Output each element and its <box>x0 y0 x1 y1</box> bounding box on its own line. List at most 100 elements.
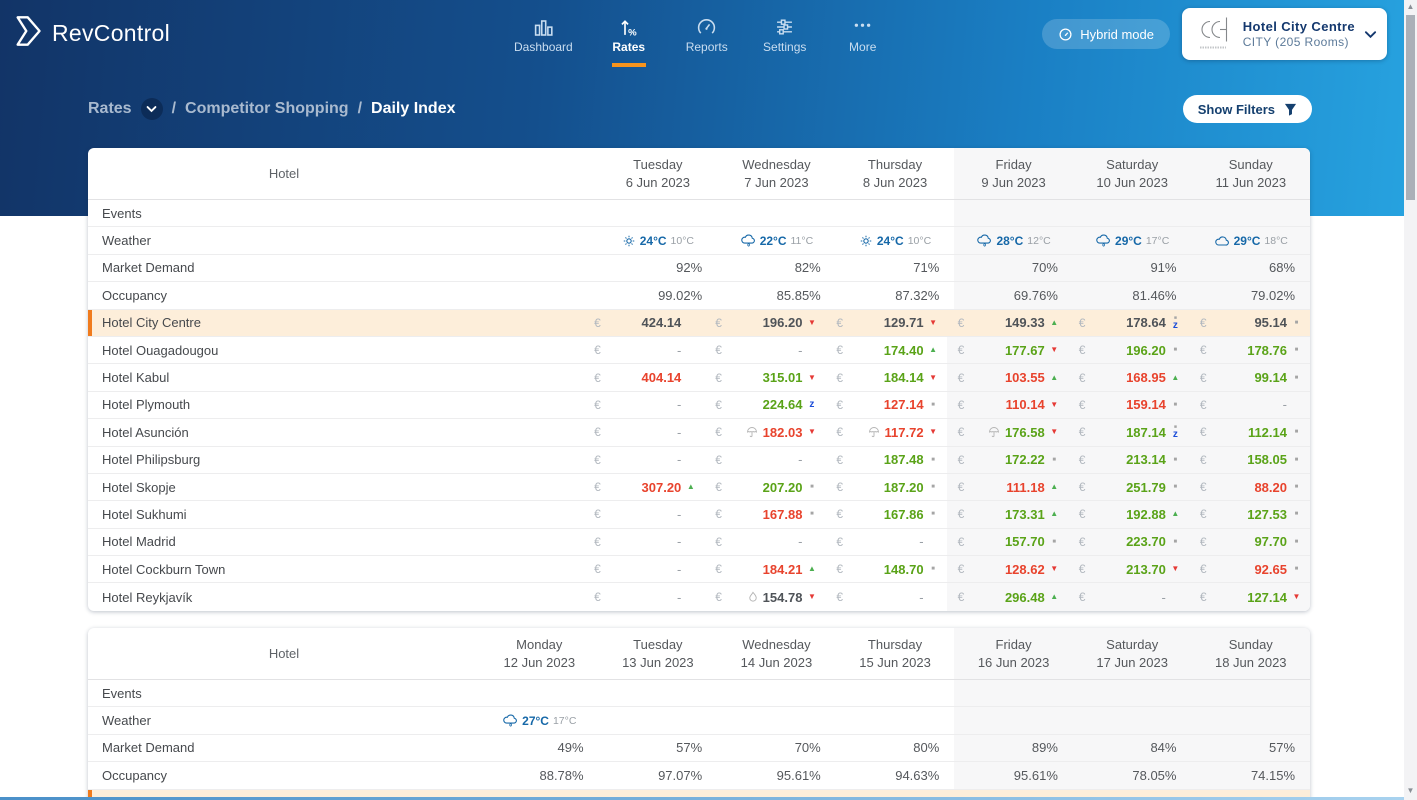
hotel-row[interactable]: Hotel Plymouth€-€224.64z€127.14■€110.14▼… <box>88 392 1310 419</box>
scroll-down-arrow-icon[interactable]: ▼ <box>1404 786 1417 795</box>
hotel-row[interactable]: Hotel Ouagadougou€-€-€174.40▲€177.67▼€19… <box>88 337 1310 364</box>
market-demand-row: Market Demand92%82%71%70%91%68% <box>88 255 1310 282</box>
market_demand-cell: 89% <box>954 735 1073 761</box>
rate-value: - <box>677 562 681 577</box>
nav-more[interactable]: More <box>841 0 885 67</box>
events-row: Events <box>88 680 1310 707</box>
trend-eq-icon: ■ <box>805 511 818 517</box>
hotel-row[interactable]: Hotel Reykjavík€-€154.78▼€-€296.48▲€-€12… <box>88 583 1310 610</box>
selected-hotel-name: Hotel City Centre <box>1243 19 1355 34</box>
rate-value: - <box>919 590 923 605</box>
rate-cell: €149.33▲ <box>947 310 1068 336</box>
rain-icon <box>740 233 756 248</box>
rate-value: - <box>798 452 802 467</box>
euro-currency-symbol: € <box>836 453 843 467</box>
day-name: Tuesday <box>633 156 682 173</box>
event-cell <box>599 680 718 706</box>
rate-cell: €315.01▼ <box>704 364 825 390</box>
nav-dashboard[interactable]: Dashboard <box>514 0 573 67</box>
rain-icon <box>1095 233 1111 248</box>
euro-currency-symbol: € <box>958 453 965 467</box>
show-filters-button[interactable]: Show Filters <box>1183 95 1312 123</box>
equal-square-icon: ■ <box>1295 511 1299 517</box>
weather-high-temp: 22°C <box>760 234 787 248</box>
hotel-name: Hotel Plymouth <box>88 392 480 418</box>
day-name: Tuesday <box>633 636 682 653</box>
trend-down-icon: ▼ <box>1048 401 1061 409</box>
breadcrumb-dropdown-chevron-icon[interactable] <box>141 98 163 120</box>
up-triangle-icon: ▲ <box>1171 374 1179 382</box>
rate-value: 184.21 <box>763 562 803 577</box>
hybrid-mode-button[interactable]: Hybrid mode <box>1042 19 1170 49</box>
euro-currency-symbol: € <box>958 343 965 357</box>
rate-value: - <box>677 452 681 467</box>
hotel-name: Hotel Asunción <box>88 419 480 445</box>
weather-low-temp: 18°C <box>1264 235 1287 247</box>
euro-currency-symbol: € <box>715 371 722 385</box>
event-cell <box>1073 200 1192 226</box>
euro-currency-symbol: € <box>594 590 601 604</box>
rate-cell-empty <box>480 474 583 500</box>
hotel-row[interactable]: Hotel Madrid€-€-€-€157.70■€223.70■€97.70… <box>88 529 1310 556</box>
sun-icon <box>622 234 636 248</box>
market_demand-cell <box>480 255 599 281</box>
day-header: Wednesday14 Jun 2023 <box>717 628 836 679</box>
rate-cell-empty <box>480 501 583 527</box>
day-header: Sunday11 Jun 2023 <box>1191 148 1310 199</box>
trend-eq-icon: ■ <box>1290 539 1303 545</box>
day-name: Saturday <box>1106 636 1158 653</box>
hotel-name: Hotel City Centre <box>88 310 480 336</box>
nav-rates[interactable]: %Rates <box>607 0 651 67</box>
hotel-row[interactable]: Hotel Skopje€307.20▲€207.20■€187.20■€111… <box>88 474 1310 501</box>
scrollbar-thumb[interactable] <box>1406 15 1415 200</box>
day-date: 12 Jun 2023 <box>504 654 576 671</box>
occupancy-cell: 78.05% <box>1073 762 1192 788</box>
euro-currency-symbol: € <box>958 316 965 330</box>
main-nav: Dashboard %Rates Reports Settings More <box>514 0 885 67</box>
weather-cell <box>717 707 836 733</box>
trend-eq-icon: ■ <box>1290 566 1303 572</box>
trend-up-icon: ▲ <box>1048 374 1061 382</box>
hotel-row[interactable]: Hotel Philipsburg€-€-€187.48■€172.22■€21… <box>88 447 1310 474</box>
occupancy-cell <box>480 282 599 308</box>
sun-icon <box>859 234 873 248</box>
hotel-row[interactable]: Hotel Kabul€404.14€315.01▼€184.14▼€103.5… <box>88 364 1310 391</box>
rate-value: 224.64 <box>763 397 803 412</box>
rate-cell: €128.62▼ <box>947 556 1068 582</box>
event-cell <box>599 200 718 226</box>
trend-eq-icon: ■ <box>927 457 940 463</box>
nav-reports[interactable]: Reports <box>685 0 729 67</box>
rain-icon <box>976 233 992 248</box>
equal-square-icon: ■ <box>1174 539 1178 545</box>
brand-name: RevControl <box>52 20 170 47</box>
breadcrumb-rates[interactable]: Rates <box>88 100 132 118</box>
nav-settings[interactable]: Settings <box>763 0 807 67</box>
rate-cell: €424.14 <box>583 310 704 336</box>
euro-currency-symbol: € <box>1079 590 1086 604</box>
hotel-row[interactable]: Hotel Cockburn Town€-€184.21▲€148.70■€12… <box>88 556 1310 583</box>
weather-cell <box>480 227 599 253</box>
down-triangle-icon: ▼ <box>1293 593 1301 601</box>
hotel-selector[interactable]: Hotel City Centre CITY (205 Rooms) <box>1182 8 1387 60</box>
rate-cell-empty <box>480 419 583 445</box>
hotel-row[interactable]: Hotel Sukhumi€-€167.88■€167.86■€173.31▲€… <box>88 501 1310 528</box>
umbrella-icon <box>988 426 1000 438</box>
euro-currency-symbol: € <box>1200 398 1207 412</box>
euro-currency-symbol: € <box>594 398 601 412</box>
equal-square-icon: ■ <box>931 511 935 517</box>
hotel-row[interactable]: Hotel City Centre€424.14€196.20▼€129.71▼… <box>88 310 1310 337</box>
rate-cell: €178.76■ <box>1189 337 1310 363</box>
hotel-row[interactable]: Hotel Asunción€-€182.03▼€117.72▼€176.58▼… <box>88 419 1310 446</box>
trend-down-icon: ▼ <box>805 428 818 436</box>
rate-cell: €187.20■ <box>825 474 946 500</box>
rate-cell: €213.70▼ <box>1068 556 1189 582</box>
revcontrol-logo[interactable]: RevControl <box>14 13 170 54</box>
vertical-scrollbar[interactable]: ▲ ▼ <box>1404 0 1417 800</box>
rate-cell: €173.31▲ <box>947 501 1068 527</box>
euro-currency-symbol: € <box>594 316 601 330</box>
breadcrumb-competitor-shopping[interactable]: Competitor Shopping <box>185 100 349 118</box>
scroll-up-arrow-icon[interactable]: ▲ <box>1404 2 1417 11</box>
euro-currency-symbol: € <box>1079 371 1086 385</box>
day-date: 18 Jun 2023 <box>1215 654 1287 671</box>
down-triangle-icon: ▼ <box>1171 565 1179 573</box>
